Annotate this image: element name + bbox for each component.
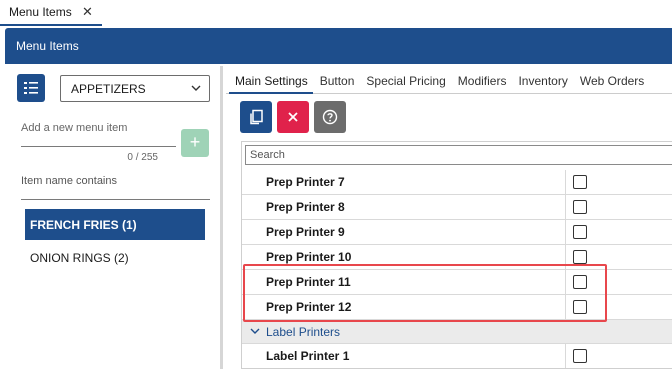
active-tab-indicator [229, 92, 313, 94]
copy-icon [250, 109, 263, 125]
add-item-button[interactable]: + [181, 129, 209, 157]
grid-search-input[interactable]: Search [245, 145, 672, 165]
group-label: Label Printers [266, 325, 341, 339]
printer-name: Prep Printer 8 [242, 195, 566, 219]
page-title: Menu Items [16, 39, 79, 53]
table-row: Prep Printer 8 [242, 195, 672, 220]
table-row: Label Printer 1 [242, 344, 672, 368]
tab-modifiers[interactable]: Modifiers [452, 70, 513, 92]
numbered-list-button[interactable] [17, 74, 45, 102]
character-counter: 0 / 255 [127, 152, 158, 163]
help-icon [322, 109, 338, 125]
printer-grid: Search Prep Printer 7 Prep Printer 8 Pre… [241, 141, 672, 369]
numbered-list-icon [24, 82, 38, 94]
new-item-input[interactable]: Add a new menu item [21, 122, 127, 134]
document-tab-label: Menu Items [9, 5, 72, 19]
printer-name: Prep Printer 7 [242, 170, 566, 194]
chevron-down-icon [250, 328, 260, 334]
category-select-value: APPETIZERS [71, 81, 146, 96]
delete-button[interactable] [277, 101, 309, 133]
panel-splitter[interactable] [220, 66, 223, 369]
printer-checkbox[interactable] [573, 225, 587, 239]
group-header-label-printers[interactable]: Label Printers [242, 320, 672, 344]
printer-checkbox[interactable] [573, 250, 587, 264]
item-name-filter-input[interactable]: Item name contains [21, 175, 117, 187]
settings-tabs: Main Settings Button Special Pricing Mod… [229, 70, 650, 94]
tab-special-pricing[interactable]: Special Pricing [360, 70, 451, 92]
close-icon[interactable]: ✕ [82, 4, 93, 20]
delete-icon [288, 112, 298, 122]
table-row: Prep Printer 7 [242, 170, 672, 195]
tab-main-settings[interactable]: Main Settings [229, 70, 314, 92]
document-tab-strip: Menu Items ✕ [0, 0, 672, 26]
category-select[interactable]: APPETIZERS [60, 75, 210, 102]
menu-item-french-fries[interactable]: FRENCH FRIES (1) [25, 209, 205, 240]
document-tab-menu-items[interactable]: Menu Items ✕ [0, 0, 102, 26]
table-row: Prep Printer 9 [242, 220, 672, 245]
menu-item-onion-rings[interactable]: ONION RINGS (2) [25, 242, 205, 273]
printer-checkbox[interactable] [573, 349, 587, 363]
highlight-annotation [243, 264, 607, 322]
chevron-down-icon [191, 85, 201, 91]
printer-checkbox[interactable] [573, 175, 587, 189]
printer-name: Prep Printer 9 [242, 220, 566, 244]
tab-button[interactable]: Button [314, 70, 361, 92]
tab-web-orders[interactable]: Web Orders [574, 70, 650, 92]
plus-icon: + [189, 132, 201, 152]
header-bar: Menu Items [5, 28, 672, 64]
tab-inventory[interactable]: Inventory [512, 70, 573, 92]
copy-button[interactable] [240, 101, 272, 133]
printer-name: Label Printer 1 [242, 344, 566, 368]
printer-checkbox[interactable] [573, 200, 587, 214]
new-item-underline [21, 146, 176, 147]
help-button[interactable] [314, 101, 346, 133]
filter-underline [21, 199, 210, 200]
